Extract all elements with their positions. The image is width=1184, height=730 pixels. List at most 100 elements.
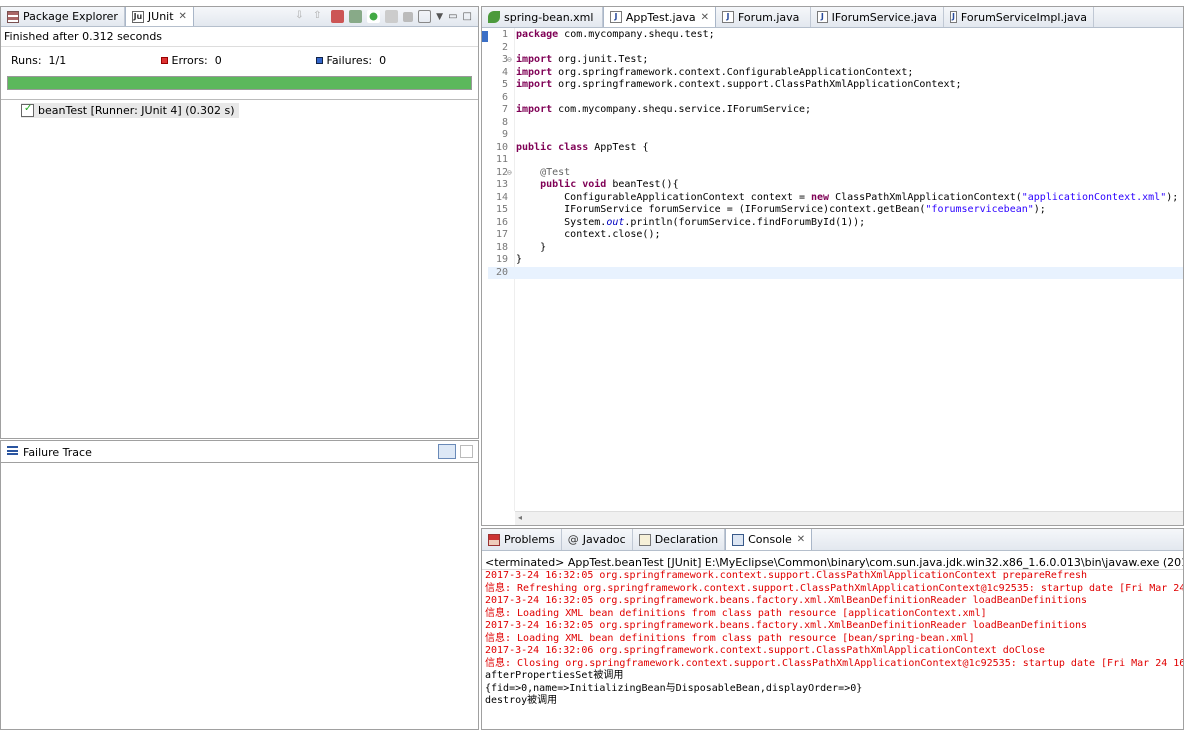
code-text: public class AppTest { <box>516 141 649 153</box>
code-line: 16 System.out.println(forumService.findF… <box>488 217 1183 230</box>
runs-counter: Runs: 1/1 <box>11 54 66 67</box>
maximize-icon[interactable]: □ <box>463 11 472 22</box>
code-text: import org.springframework.context.suppo… <box>516 79 962 90</box>
code-line: 18 } <box>488 242 1183 255</box>
minimize-icon[interactable]: ▭ <box>448 11 457 22</box>
test-tree-item[interactable]: ✓ beanTest [Runner: JUnit 4] (0.302 s) <box>21 103 239 118</box>
tab-package-explorer[interactable]: Package Explorer <box>1 7 125 26</box>
scroll-left-icon[interactable]: ◂ <box>518 513 522 522</box>
tab-iforumservice-java[interactable]: J IForumService.java <box>811 7 944 27</box>
tab-javadoc[interactable]: @ Javadoc <box>562 529 633 550</box>
console-line: 信息: Refreshing org.springframework.conte… <box>485 582 1184 594</box>
errors-value: 0 <box>214 54 222 67</box>
filter-stack-icon[interactable] <box>438 444 456 459</box>
tab-label: Package Explorer <box>23 10 118 23</box>
tab-apptest-java[interactable]: J AppTest.java ✕ <box>603 7 716 27</box>
code-line: 12 ⊖ @Test <box>488 167 1183 180</box>
rerun-test-icon[interactable] <box>367 10 381 23</box>
code-line: 19} <box>488 254 1183 267</box>
tab-label: Javadoc <box>582 533 626 546</box>
code-text: import com.mycompany.shequ.service.IForu… <box>516 104 812 115</box>
tab-declaration[interactable]: Declaration <box>633 529 726 550</box>
code-line: 14 ConfigurableApplicationContext contex… <box>488 192 1183 205</box>
tab-forum-java[interactable]: J Forum.java <box>716 7 811 27</box>
rerun-failed-icon[interactable] <box>385 10 399 23</box>
tab-spring-bean-xml[interactable]: spring-bean.xml <box>482 7 603 27</box>
tab-label: ForumServiceImpl.java <box>960 10 1087 24</box>
line-number: 14 <box>495 191 508 203</box>
horizontal-scrollbar[interactable]: ◂ <box>515 511 1183 525</box>
scroll-lock-icon[interactable] <box>349 10 363 23</box>
tab-label: Problems <box>504 533 555 546</box>
console-panel: Problems @ Javadoc Declaration Console ✕… <box>481 528 1184 730</box>
junit-icon: Ju <box>131 10 144 23</box>
junit-toolbar: ⇩ ⇧ ▼ ▭ □ <box>295 10 472 23</box>
console-line: 信息: Loading XML bean definitions from cl… <box>485 607 987 619</box>
close-icon[interactable]: ✕ <box>701 12 709 23</box>
code-line: 20 <box>488 266 1183 279</box>
test-history-icon[interactable] <box>418 10 432 23</box>
failure-trace-view: Failure Trace <box>0 440 479 730</box>
line-number: 13 <box>495 179 508 190</box>
close-icon[interactable]: ✕ <box>797 534 805 545</box>
close-icon[interactable]: ✕ <box>179 11 187 22</box>
previous-failure-icon[interactable]: ⇧ <box>313 10 326 23</box>
compare-results-icon[interactable] <box>460 445 473 458</box>
code-text: @Test <box>540 166 571 178</box>
console-header: <terminated> AppTest.beanTest [JUnit] E:… <box>485 556 1183 569</box>
code-line: 11 <box>488 154 1183 167</box>
console-output[interactable]: 2017-3-24 16:32:05 org.springframework.c… <box>485 570 1183 729</box>
stop-icon[interactable] <box>403 11 414 22</box>
line-number: 10 <box>495 141 508 153</box>
view-menu-icon[interactable]: ▼ <box>436 12 443 22</box>
show-failures-only-icon[interactable] <box>331 10 345 23</box>
next-failure-icon[interactable]: ⇩ <box>295 10 308 23</box>
console-tabbar: Problems @ Javadoc Declaration Console ✕ <box>482 529 1183 551</box>
tab-console[interactable]: Console ✕ <box>725 529 813 550</box>
code-line: 5 import org.springframework.context.supp… <box>488 79 1183 92</box>
package-explorer-icon <box>7 10 19 23</box>
test-passed-icon: ✓ <box>21 103 34 117</box>
runs-value: 1/1 <box>48 54 67 67</box>
console-line: afterPropertiesSet被调用 <box>485 670 624 681</box>
code-line: 9 <box>488 129 1183 142</box>
failures-label: Failures: <box>326 54 373 67</box>
failures-counter: Failures: 0 <box>316 54 386 67</box>
failure-trace-title: Failure Trace <box>23 446 92 459</box>
xml-icon <box>488 11 500 23</box>
line-number: 16 <box>495 216 508 228</box>
fold-icon[interactable]: ⊖ <box>507 167 512 180</box>
line-number: 9 <box>501 129 508 140</box>
test-item-label: beanTest [Runner: JUnit 4] (0.302 s) <box>38 104 235 117</box>
tab-junit[interactable]: Ju JUnit ✕ <box>124 7 194 26</box>
java-file-icon: J <box>950 11 957 23</box>
line-number: 3 <box>501 54 508 65</box>
code-line: 1 package com.mycompany.shequ.test; <box>488 29 1183 42</box>
failure-trace-icon-mid <box>7 450 18 452</box>
code-line: 13 public void beanTest(){ <box>488 179 1183 192</box>
code-text: ConfigurableApplicationContext context =… <box>516 191 1179 203</box>
java-file-icon: J <box>817 11 828 23</box>
line-number: 6 <box>501 91 508 103</box>
code-text: context.close(); <box>516 229 661 240</box>
console-line: destroy被调用 <box>485 695 558 706</box>
java-file-icon: J <box>610 11 622 23</box>
editor-tabbar: spring-bean.xml J AppTest.java ✕ J Forum… <box>482 7 1183 28</box>
line-number: 12 <box>495 166 508 178</box>
error-icon <box>161 57 168 64</box>
tab-forumserviceimpl-java[interactable]: J ForumServiceImpl.java <box>944 7 1094 27</box>
junit-counters: Runs: 1/1 Errors: 0 Failures: 0 <box>11 54 471 68</box>
code-area[interactable]: 1 package com.mycompany.shequ.test; 2 3 ⊖ imp… <box>488 29 1183 511</box>
errors-counter: Errors: 0 <box>161 54 222 67</box>
tab-label: IForumService.java <box>831 10 937 24</box>
failures-value: 0 <box>379 54 387 67</box>
tab-label: Declaration <box>654 533 719 546</box>
line-number: 5 <box>501 79 508 90</box>
failure-icon <box>316 57 323 64</box>
junit-status: Finished after 0.312 seconds <box>4 30 163 43</box>
java-file-icon: J <box>722 11 734 23</box>
line-number: 4 <box>501 66 508 78</box>
tab-label: Forum.java <box>738 10 800 24</box>
tab-problems[interactable]: Problems <box>482 529 562 550</box>
fold-icon[interactable]: ⊖ <box>507 54 512 67</box>
